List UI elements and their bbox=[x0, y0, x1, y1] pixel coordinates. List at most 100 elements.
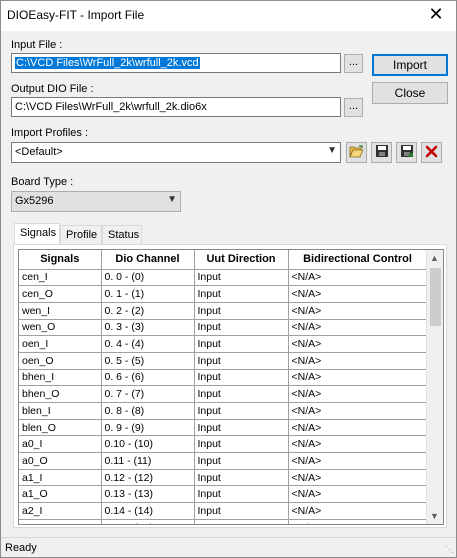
bidirectional-control-cell[interactable]: <N/A> bbox=[288, 319, 428, 337]
uut-direction-cell[interactable]: Input bbox=[194, 485, 289, 504]
bidirectional-control-cell[interactable]: <N/A> bbox=[288, 519, 428, 524]
uut-direction-cell[interactable]: Input bbox=[194, 402, 289, 420]
uut-direction-cell[interactable]: Input bbox=[194, 419, 289, 437]
input-file-browse-button[interactable]: ... bbox=[344, 54, 363, 73]
dio-channel-cell[interactable]: 0. 7 - (7) bbox=[101, 385, 195, 403]
bidirectional-control-cell[interactable]: <N/A> bbox=[288, 369, 428, 387]
uut-direction-cell[interactable]: Input bbox=[194, 319, 289, 337]
table-row[interactable]: a2_I 0.14 - (14) Input <N/A> bbox=[19, 502, 428, 520]
import-button[interactable]: Import bbox=[372, 54, 448, 76]
table-row[interactable]: a2_O0.15 - (15)Input<N/A> bbox=[19, 519, 428, 524]
table-row[interactable]: a1_I 0.12 - (12) Input <N/A> bbox=[19, 469, 428, 487]
signal-cell[interactable]: a0_I bbox=[19, 435, 102, 454]
dio-channel-cell[interactable]: 0. 3 - (3) bbox=[101, 319, 195, 337]
column-header-uut-direction[interactable]: Uut Direction bbox=[194, 250, 289, 270]
table-row[interactable]: cen_I 0. 0 - (0) Input <N/A> bbox=[19, 269, 428, 287]
bidirectional-control-cell[interactable]: <N/A> bbox=[288, 269, 428, 287]
output-file-field[interactable]: C:\VCD Files\WrFull_2k\wrfull_2k.dio6x bbox=[11, 97, 341, 117]
dio-channel-cell[interactable]: 0.15 - (15) bbox=[101, 519, 195, 524]
uut-direction-cell[interactable]: Input bbox=[194, 335, 289, 353]
signal-cell[interactable]: a0_O bbox=[19, 452, 102, 470]
uut-direction-cell[interactable]: Input bbox=[194, 452, 289, 470]
dio-channel-cell[interactable]: 0.13 - (13) bbox=[101, 485, 195, 504]
bidirectional-control-cell[interactable]: <N/A> bbox=[288, 435, 428, 454]
scroll-down-icon[interactable]: ▼ bbox=[430, 511, 439, 521]
uut-direction-cell[interactable]: Input bbox=[194, 435, 289, 454]
signal-cell[interactable]: a1_O bbox=[19, 485, 102, 504]
dio-channel-cell[interactable]: 0. 6 - (6) bbox=[101, 369, 195, 387]
signal-cell[interactable]: blen_I bbox=[19, 402, 102, 420]
open-profile-button[interactable] bbox=[346, 142, 367, 163]
signal-cell[interactable]: oen_I bbox=[19, 335, 102, 353]
dio-channel-cell[interactable]: 0.12 - (12) bbox=[101, 469, 195, 487]
uut-direction-cell[interactable]: Input bbox=[194, 519, 289, 524]
bidirectional-control-cell[interactable]: <N/A> bbox=[288, 485, 428, 504]
uut-direction-cell[interactable]: Input bbox=[194, 369, 289, 387]
dio-channel-cell[interactable]: 0.11 - (11) bbox=[101, 452, 195, 470]
signal-cell[interactable]: wen_I bbox=[19, 302, 102, 320]
table-row[interactable]: blen_O 0. 9 - (9) Input <N/A> bbox=[19, 419, 428, 437]
column-header-signals[interactable]: Signals bbox=[19, 250, 102, 270]
import-profiles-select[interactable]: <Default> ▼ bbox=[11, 142, 341, 163]
table-row[interactable]: bhen_I 0. 6 - (6) Input <N/A> bbox=[19, 369, 428, 387]
close-window-icon[interactable]: ✕ bbox=[426, 5, 446, 25]
uut-direction-cell[interactable]: Input bbox=[194, 269, 289, 287]
dio-channel-cell[interactable]: 0. 9 - (9) bbox=[101, 419, 195, 437]
vertical-scrollbar[interactable]: ▲ ▼ bbox=[426, 250, 443, 524]
uut-direction-cell[interactable]: Input bbox=[194, 302, 289, 320]
table-row[interactable]: a0_I 0.10 - (10) Input <N/A> bbox=[19, 435, 428, 454]
table-row[interactable]: a1_O 0.13 - (13) Input <N/A> bbox=[19, 485, 428, 504]
bidirectional-control-cell[interactable]: <N/A> bbox=[288, 285, 428, 303]
signal-cell[interactable]: cen_O bbox=[19, 285, 102, 303]
close-button[interactable]: Close bbox=[372, 82, 448, 104]
dio-channel-cell[interactable]: 0. 0 - (0) bbox=[101, 269, 195, 287]
tab-signals[interactable]: Signals bbox=[14, 223, 60, 245]
bidirectional-control-cell[interactable]: <N/A> bbox=[288, 385, 428, 403]
bidirectional-control-cell[interactable]: <N/A> bbox=[288, 419, 428, 437]
table-row[interactable]: oen_O 0. 5 - (5) Input <N/A> bbox=[19, 352, 428, 370]
scroll-up-icon[interactable]: ▲ bbox=[430, 253, 439, 263]
delete-profile-button[interactable] bbox=[421, 142, 442, 163]
signal-cell[interactable]: blen_O bbox=[19, 419, 102, 437]
signal-cell[interactable]: cen_I bbox=[19, 269, 102, 287]
uut-direction-cell[interactable]: Input bbox=[194, 285, 289, 303]
board-type-select[interactable]: Gx5296 ▼ bbox=[11, 191, 181, 212]
input-file-field[interactable]: C:\VCD Files\WrFull_2k\wrfull_2k.vcd bbox=[11, 53, 341, 73]
signal-cell[interactable]: bhen_I bbox=[19, 369, 102, 387]
dio-channel-cell[interactable]: 0. 5 - (5) bbox=[101, 352, 195, 370]
table-row[interactable]: wen_O 0. 3 - (3) Input <N/A> bbox=[19, 319, 428, 337]
uut-direction-cell[interactable]: Input bbox=[194, 385, 289, 403]
signal-cell[interactable]: oen_O bbox=[19, 352, 102, 370]
uut-direction-cell[interactable]: Input bbox=[194, 469, 289, 487]
dio-channel-cell[interactable]: 0.14 - (14) bbox=[101, 502, 195, 520]
bidirectional-control-cell[interactable]: <N/A> bbox=[288, 352, 428, 370]
uut-direction-cell[interactable]: Input bbox=[194, 502, 289, 520]
save-as-profile-button[interactable] bbox=[396, 142, 417, 163]
table-row[interactable]: wen_I 0. 2 - (2) Input <N/A> bbox=[19, 302, 428, 320]
column-header-dio-channel[interactable]: Dio Channel bbox=[101, 250, 195, 270]
signal-cell[interactable]: a2_O bbox=[19, 519, 102, 524]
table-row[interactable]: oen_I 0. 4 - (4) Input <N/A> bbox=[19, 335, 428, 353]
bidirectional-control-cell[interactable]: <N/A> bbox=[288, 452, 428, 470]
uut-direction-cell[interactable]: Input bbox=[194, 352, 289, 370]
bidirectional-control-cell[interactable]: <N/A> bbox=[288, 469, 428, 487]
signals-grid[interactable]: Signals Dio Channel Uut Direction Bidire… bbox=[18, 249, 444, 525]
dio-channel-cell[interactable]: 0.10 - (10) bbox=[101, 435, 195, 454]
tab-profile[interactable]: Profile bbox=[60, 225, 102, 245]
dio-channel-cell[interactable]: 0. 2 - (2) bbox=[101, 302, 195, 320]
dio-channel-cell[interactable]: 0. 8 - (8) bbox=[101, 402, 195, 420]
bidirectional-control-cell[interactable]: <N/A> bbox=[288, 402, 428, 420]
signal-cell[interactable]: a2_I bbox=[19, 502, 102, 520]
signal-cell[interactable]: bhen_O bbox=[19, 385, 102, 403]
scrollbar-thumb[interactable] bbox=[430, 268, 441, 326]
bidirectional-control-cell[interactable]: <N/A> bbox=[288, 502, 428, 520]
save-profile-button[interactable] bbox=[371, 142, 392, 163]
signal-cell[interactable]: a1_I bbox=[19, 469, 102, 487]
bidirectional-control-cell[interactable]: <N/A> bbox=[288, 335, 428, 353]
table-row[interactable]: bhen_O 0. 7 - (7) Input <N/A> bbox=[19, 385, 428, 403]
bidirectional-control-cell[interactable]: <N/A> bbox=[288, 302, 428, 320]
table-row[interactable]: blen_I 0. 8 - (8) Input <N/A> bbox=[19, 402, 428, 420]
signal-cell[interactable]: wen_O bbox=[19, 319, 102, 337]
resize-grip-icon[interactable]: ⋱ bbox=[445, 544, 454, 555]
dio-channel-cell[interactable]: 0. 1 - (1) bbox=[101, 285, 195, 303]
